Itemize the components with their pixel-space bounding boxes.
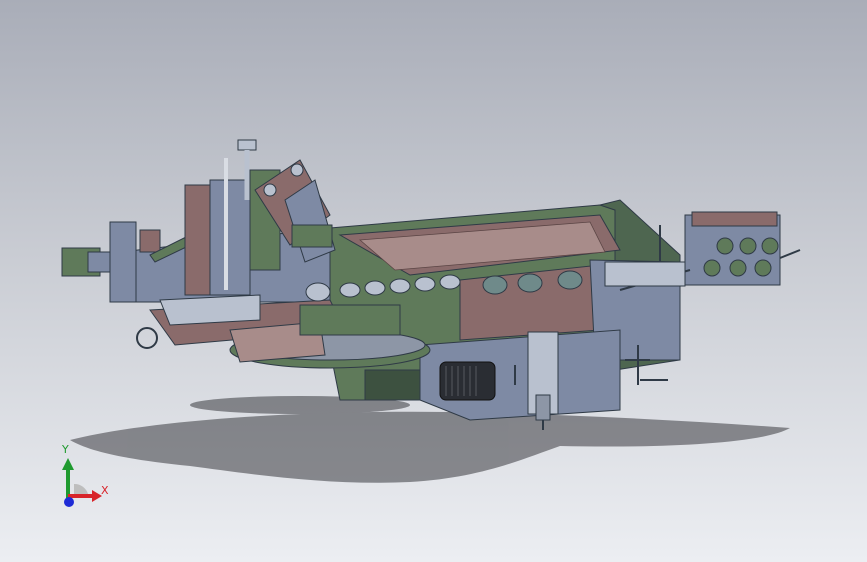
- y-axis-label: Y: [62, 443, 69, 456]
- handwheel: [136, 327, 158, 349]
- motor: [439, 361, 496, 401]
- x-axis-label: X: [101, 484, 109, 497]
- model-shadow: [70, 396, 790, 483]
- machine-assembly-model[interactable]: [0, 0, 867, 562]
- rotary-table: [136, 294, 431, 369]
- coordinate-axes-icon: [62, 458, 102, 507]
- cad-graphics-viewport[interactable]: Y X: [0, 0, 867, 562]
